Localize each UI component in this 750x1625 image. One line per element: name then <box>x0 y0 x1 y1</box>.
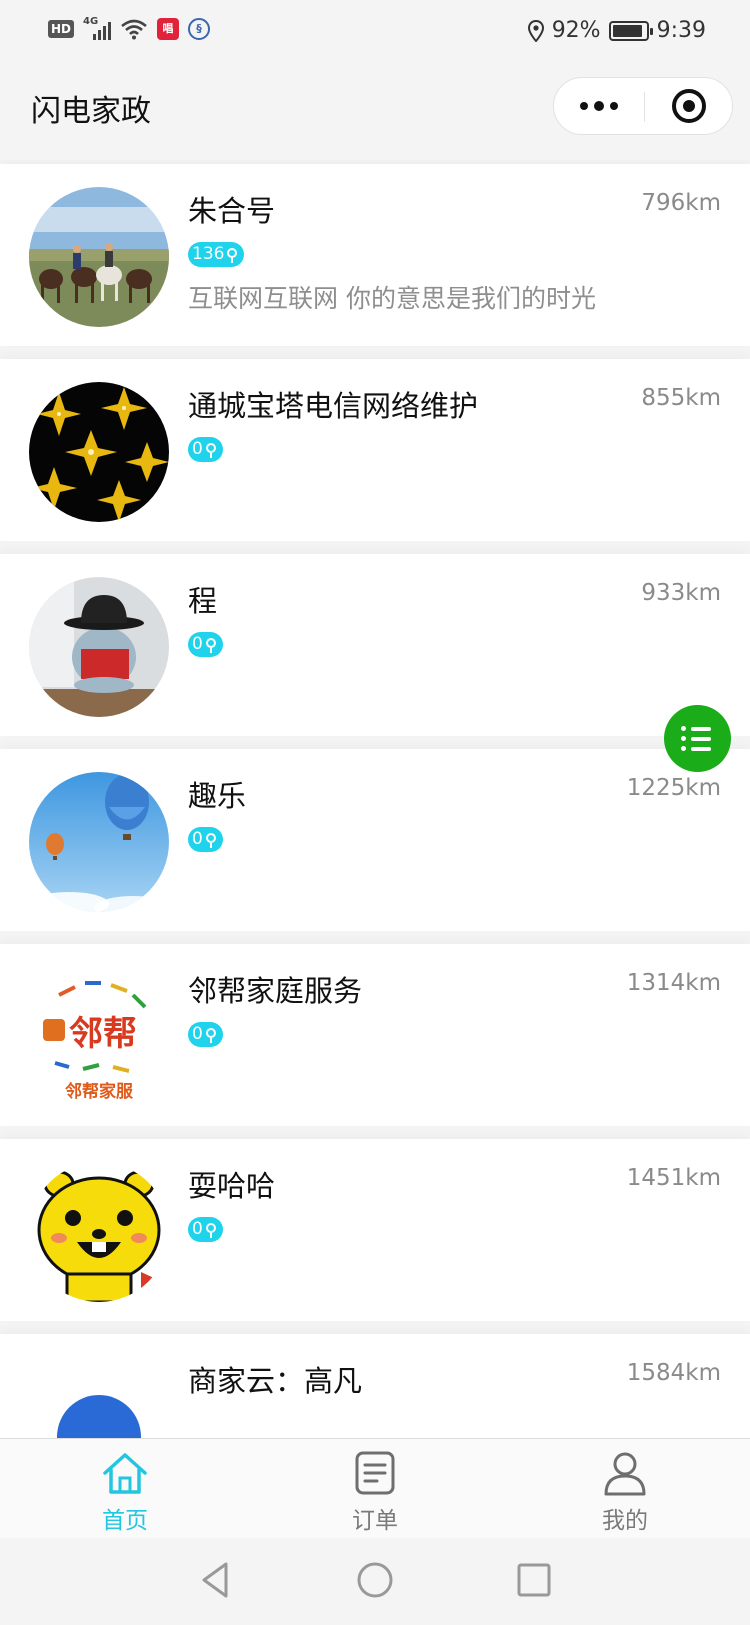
status-bar: HD 4G 唱 § 92% 9:39 <box>0 0 750 62</box>
lightbulb-icon <box>205 442 217 458</box>
lightbulb-icon <box>205 1027 217 1043</box>
shop-avatar <box>29 1162 169 1302</box>
wifi-icon <box>121 19 147 40</box>
app-notification-icon: § <box>188 18 211 40</box>
app-screen: HD 4G 唱 § 92% 9:39 闪电家政 朱合号 796km 136 互联… <box>0 0 750 1625</box>
shop-distance: 855km <box>641 385 721 411</box>
system-navigation-bar <box>0 1538 750 1625</box>
lightbulb-icon <box>205 1222 217 1238</box>
shop-name: 通城宝塔电信网络维护 <box>188 389 479 423</box>
cellular-signal-icon: 4G <box>83 16 112 40</box>
shop-name: 趣乐 <box>188 779 247 813</box>
shop-description: 互联网互联网 你的意思是我们的时光 <box>188 284 596 313</box>
back-icon[interactable] <box>194 1558 238 1602</box>
shop-distance: 1314km <box>626 970 721 996</box>
shop-name: 耍哈哈 <box>188 1169 276 1203</box>
battery-icon <box>608 20 653 41</box>
shop-card[interactable]: 邻帮 邻帮家服 邻帮家庭服务 1314km 0 <box>0 944 750 1126</box>
shop-distance: 1584km <box>626 1360 721 1386</box>
shop-card[interactable]: 通城宝塔电信网络维护 855km 0 <box>0 359 750 541</box>
tab-home[interactable]: 首页 <box>0 1439 250 1539</box>
close-mini-program-button[interactable] <box>644 78 734 134</box>
lightbulb-icon <box>205 832 217 848</box>
lightbulb-icon <box>205 637 217 653</box>
shop-avatar <box>29 772 169 912</box>
shop-avatar <box>29 1357 169 1438</box>
shop-card[interactable]: 程 933km 0 <box>0 554 750 736</box>
like-count: 0 <box>192 829 203 849</box>
shop-card[interactable]: 商家云：高凡 1584km <box>0 1334 750 1438</box>
tab-mine-label: 我的 <box>602 1508 648 1534</box>
shop-distance: 1225km <box>626 775 721 801</box>
tab-orders-label: 订单 <box>352 1508 398 1534</box>
clock-time: 9:39 <box>656 18 706 43</box>
list-icon <box>681 726 731 731</box>
list-menu-button[interactable] <box>664 705 731 772</box>
tab-mine[interactable]: 我的 <box>500 1439 750 1539</box>
user-icon <box>604 1452 646 1496</box>
shop-avatar: 邻帮 邻帮家服 <box>29 967 169 1107</box>
shop-name: 朱合号 <box>188 194 276 228</box>
shop-avatar <box>29 187 169 327</box>
shop-distance: 933km <box>641 580 721 606</box>
shop-distance: 1451km <box>626 1165 721 1191</box>
like-count: 0 <box>192 439 203 459</box>
like-badge: 0 <box>188 1022 223 1047</box>
page-title: 闪电家政 <box>31 94 151 129</box>
lightbulb-icon <box>226 247 238 263</box>
shop-avatar <box>29 577 169 717</box>
shop-distance: 796km <box>641 190 721 216</box>
battery-percent: 92% <box>551 18 601 43</box>
bottom-tab-bar: 首页 订单 我的 <box>0 1438 750 1538</box>
location-icon <box>527 19 544 42</box>
linbang-logo-subtext: 邻帮家服 <box>65 1081 134 1102</box>
home-circle-icon[interactable] <box>353 1558 397 1602</box>
like-badge: 0 <box>188 827 223 852</box>
tab-orders[interactable]: 订单 <box>250 1439 500 1539</box>
navigation-bar: 闪电家政 <box>0 62 750 158</box>
like-badge: 136 <box>188 242 245 267</box>
shop-name: 程 <box>188 584 218 618</box>
shop-name: 邻帮家庭服务 <box>188 974 363 1008</box>
like-badge: 0 <box>188 437 223 462</box>
app-notification-icon: 唱 <box>157 18 180 40</box>
like-count: 0 <box>192 634 203 654</box>
shop-card[interactable]: 耍哈哈 1451km 0 <box>0 1139 750 1321</box>
like-badge: 0 <box>188 632 223 657</box>
shop-card[interactable]: 趣乐 1225km 0 <box>0 749 750 931</box>
mini-program-capsule <box>553 77 733 135</box>
shop-avatar <box>29 382 169 522</box>
linbang-logo-text: 邻帮 <box>69 1014 137 1054</box>
recent-apps-icon[interactable] <box>512 1558 556 1602</box>
home-icon <box>103 1453 147 1494</box>
like-count: 136 <box>192 244 225 264</box>
more-options-button[interactable] <box>554 78 644 134</box>
like-count: 0 <box>192 1219 203 1239</box>
like-badge: 0 <box>188 1217 223 1242</box>
document-icon <box>355 1451 395 1495</box>
tab-home-label: 首页 <box>102 1508 148 1534</box>
shop-list: 朱合号 796km 136 互联网互联网 你的意思是我们的时光 通城宝塔电信网络… <box>0 160 750 1438</box>
shop-name: 商家云：高凡 <box>188 1364 363 1398</box>
like-count: 0 <box>192 1024 203 1044</box>
hd-icon: HD <box>48 20 75 38</box>
shop-card[interactable]: 朱合号 796km 136 互联网互联网 你的意思是我们的时光 <box>0 164 750 346</box>
target-icon <box>672 89 706 123</box>
